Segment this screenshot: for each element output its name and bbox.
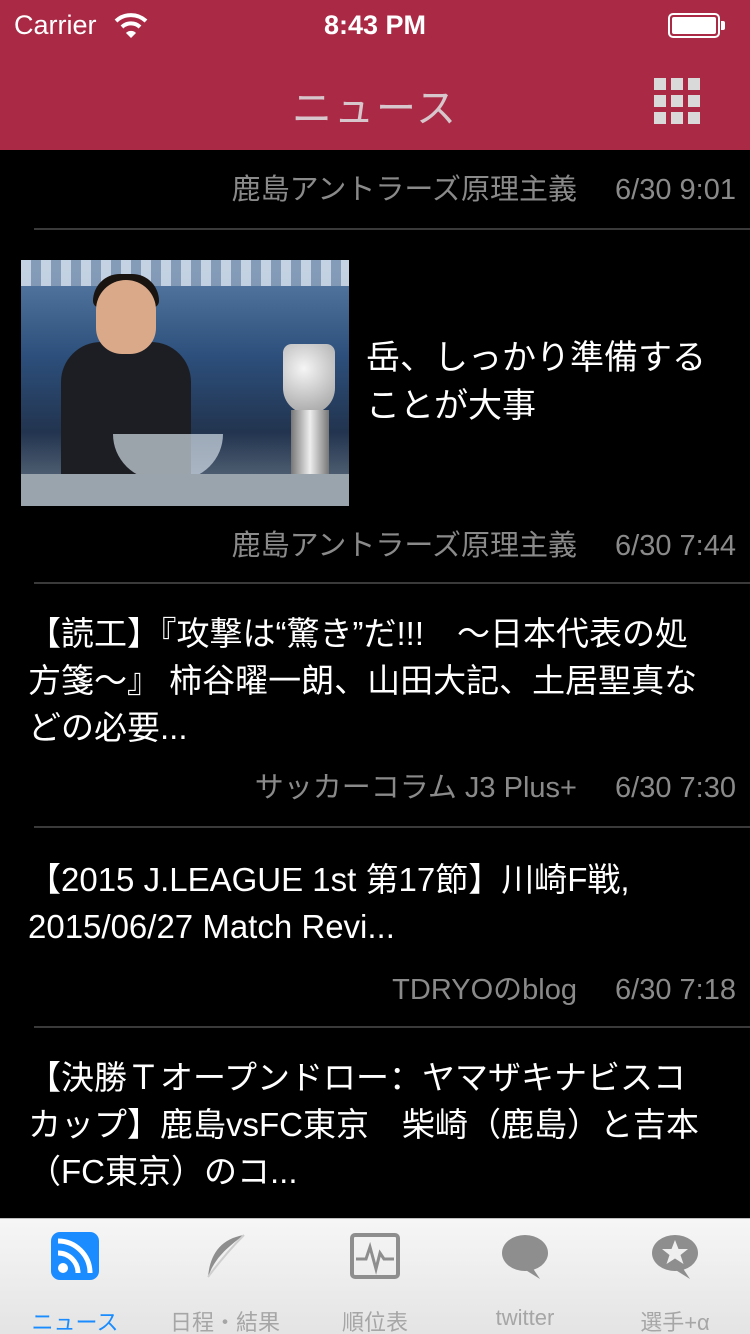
news-date: 6/30 7:18 xyxy=(615,974,736,1006)
news-source: 鹿島アントラーズ原理主義 xyxy=(231,174,577,206)
page-title: ニュース xyxy=(292,87,458,131)
nav-bar: ニュース xyxy=(0,52,750,150)
tab-label: 選手+α xyxy=(640,1310,710,1334)
divider xyxy=(34,582,750,584)
news-source: 鹿島アントラーズ原理主義 xyxy=(231,530,577,562)
tab-players[interactable]: 選手+α xyxy=(600,1219,750,1334)
news-feed[interactable]: 鹿島アントラーズ原理主義 6/30 9:01 岳、しっかり準備することが大事 鹿… xyxy=(0,150,750,1218)
news-item-meta: 鹿島アントラーズ原理主義 6/30 7:44 xyxy=(232,522,736,564)
divider xyxy=(34,1026,750,1028)
news-item-meta: サッカーコラム J3 Plus+ 6/30 7:30 xyxy=(255,764,736,806)
news-headline: 岳、しっかり準備することが大事 xyxy=(366,339,706,425)
news-date: 6/30 7:44 xyxy=(615,530,736,562)
news-headline: 【決勝Ｔオープンドロー：ヤマザキナビスコカップ】鹿島vsFC東京 柴崎（鹿島）と… xyxy=(28,1059,699,1190)
tab-news[interactable]: ニュース xyxy=(0,1219,150,1334)
tab-bar: ニュース 日程・結果 順位表 twitter 選手+α xyxy=(0,1218,750,1334)
news-item-meta[interactable]: 鹿島アントラーズ原理主義 6/30 9:01 xyxy=(232,166,736,208)
news-source: サッカーコラム J3 Plus+ xyxy=(254,772,577,804)
grid-icon[interactable] xyxy=(654,78,700,124)
tab-label: 日程・結果 xyxy=(169,1310,280,1334)
star-bubble-icon xyxy=(652,1235,698,1279)
news-headline: 【読工】『攻撃は“驚き”だ!!! ～日本代表の処方箋～』 柿谷曜一朗、山田大記、… xyxy=(28,615,698,746)
news-thumbnail xyxy=(21,260,349,506)
tab-label: 順位表 xyxy=(341,1310,408,1334)
news-item-meta: TDRYOのblog 6/30 7:18 xyxy=(392,966,736,1008)
news-headline: 【2015 J.LEAGUE 1st 第17節】川崎F戦, 2015/06/27… xyxy=(28,861,630,945)
rss-icon xyxy=(51,1232,99,1280)
tab-twitter[interactable]: twitter xyxy=(450,1219,600,1334)
news-date: 6/30 9:01 xyxy=(615,174,736,206)
speech-bubble-icon xyxy=(502,1235,548,1279)
tab-schedule[interactable]: 日程・結果 xyxy=(150,1219,300,1334)
tab-standings[interactable]: 順位表 xyxy=(300,1219,450,1334)
news-date: 6/30 7:30 xyxy=(615,772,736,804)
tab-label: ニュース xyxy=(31,1310,119,1334)
tab-label: twitter xyxy=(495,1305,555,1330)
battery-icon xyxy=(668,13,720,38)
feather-icon xyxy=(207,1234,245,1278)
divider xyxy=(34,826,750,828)
news-source: TDRYOのblog xyxy=(392,974,577,1006)
chart-icon xyxy=(350,1233,400,1279)
divider xyxy=(34,228,750,230)
status-bar: Carrier 8:43 PM xyxy=(0,0,750,52)
clock: 8:43 PM xyxy=(323,10,427,40)
battery-tip xyxy=(721,21,725,30)
